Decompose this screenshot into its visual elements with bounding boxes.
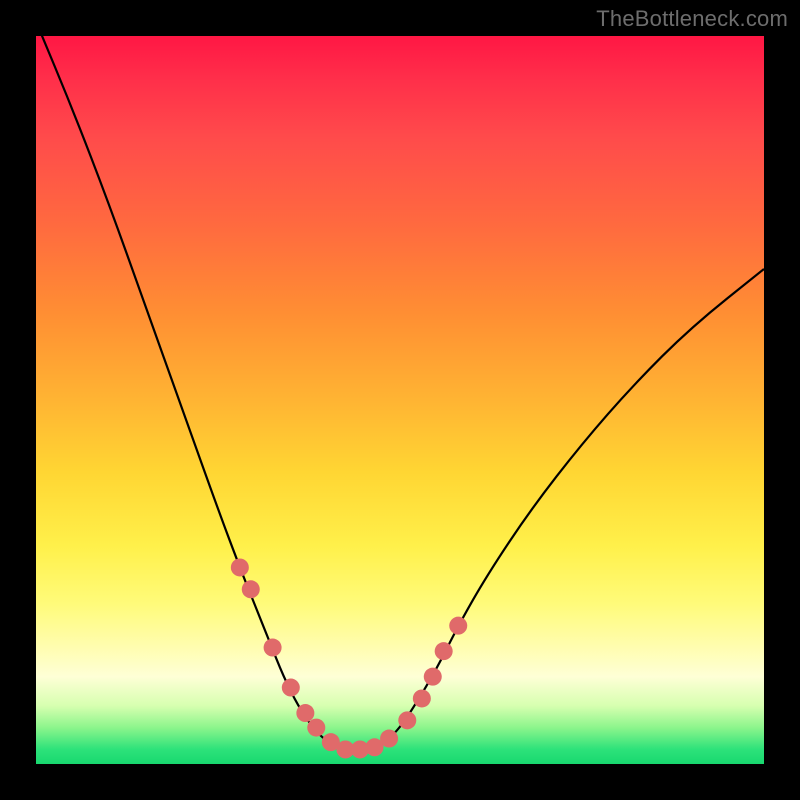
sample-dot [424, 668, 442, 686]
sample-dots-group [231, 558, 467, 758]
sample-dot [242, 580, 260, 598]
curve-svg [36, 36, 764, 764]
sample-dot [231, 558, 249, 576]
sample-dot [296, 704, 314, 722]
sample-dot [380, 730, 398, 748]
sample-dot [398, 711, 416, 729]
sample-dot [282, 679, 300, 697]
chart-frame: TheBottleneck.com [0, 0, 800, 800]
plot-area [36, 36, 764, 764]
sample-dot [264, 639, 282, 657]
sample-dot [435, 642, 453, 660]
sample-dot [413, 689, 431, 707]
watermark-text: TheBottleneck.com [596, 6, 788, 32]
bottleneck-curve [36, 21, 764, 749]
sample-dot [307, 719, 325, 737]
sample-dot [449, 617, 467, 635]
